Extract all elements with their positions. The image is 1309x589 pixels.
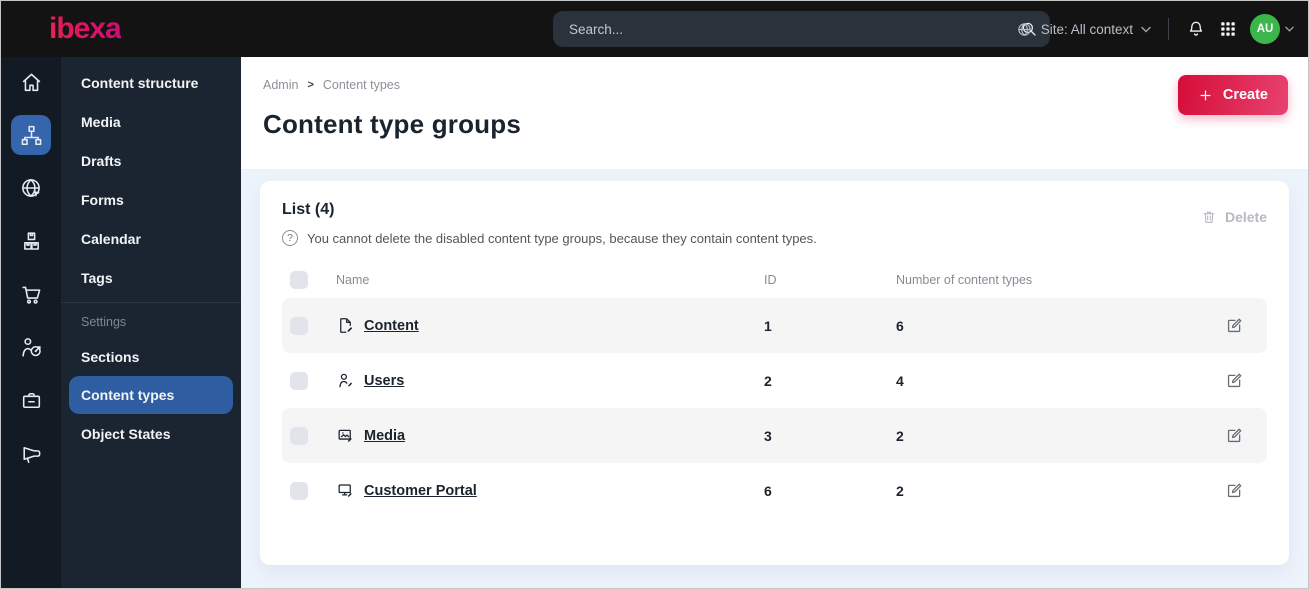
edit-button[interactable] xyxy=(1225,371,1259,390)
rail-home[interactable] xyxy=(11,62,51,102)
topbar: ibexa Site: All context xyxy=(1,1,1308,57)
row-checkbox[interactable] xyxy=(290,481,308,500)
site-context-label: Site: All context xyxy=(1040,21,1133,37)
row-checkbox[interactable] xyxy=(290,426,308,445)
globe-icon xyxy=(1016,21,1033,38)
table-row[interactable]: Customer Portal 6 2 xyxy=(282,463,1267,518)
home-icon xyxy=(19,70,44,95)
media-image-icon xyxy=(336,426,364,445)
topbar-actions: Site: All context AU xyxy=(1016,1,1294,57)
group-id: 2 xyxy=(764,372,772,389)
search-input[interactable] xyxy=(553,21,1020,37)
notifications-bell-icon[interactable] xyxy=(1186,19,1206,39)
user-menu[interactable]: AU xyxy=(1250,14,1294,44)
sidebar-item-media[interactable]: Media xyxy=(61,102,241,141)
group-name-link[interactable]: Users xyxy=(364,373,404,389)
main-area: Admin > Content types Content type group… xyxy=(241,57,1308,588)
sidebar-item-forms[interactable]: Forms xyxy=(61,180,241,219)
user-icon xyxy=(336,371,364,390)
group-count: 2 xyxy=(896,427,904,444)
main-header: Admin > Content types Content type group… xyxy=(241,57,1308,169)
site-context-selector[interactable]: Site: All context xyxy=(1016,21,1151,38)
group-count: 4 xyxy=(896,372,904,389)
column-name: Name xyxy=(336,273,370,287)
page-title: Content type groups xyxy=(263,109,522,139)
edit-button[interactable] xyxy=(1225,481,1259,500)
app-window: ibexa Site: All context xyxy=(0,0,1309,589)
group-id: 6 xyxy=(764,482,772,499)
group-name-link[interactable]: Customer Portal xyxy=(364,483,477,499)
sidebar-menu: Content structure Media Drafts Forms Cal… xyxy=(61,57,241,588)
rail-commerce[interactable] xyxy=(11,274,51,314)
global-search[interactable] xyxy=(553,11,1050,47)
group-id: 1 xyxy=(764,317,772,334)
customer-portal-monitor-icon xyxy=(336,481,364,500)
sidebar-item-sections[interactable]: Sections xyxy=(61,337,241,376)
breadcrumb: Admin > Content types xyxy=(263,78,1288,92)
table-row[interactable]: Media 3 2 xyxy=(282,408,1267,463)
main-content: List (4) You cannot delete the disabled … xyxy=(241,169,1308,588)
table-header: Name ID Number of content types xyxy=(282,262,1267,298)
sidebar-item-content-types[interactable]: Content types xyxy=(69,376,233,414)
delete-button-label: Delete xyxy=(1224,209,1267,225)
ibexa-logo[interactable]: ibexa xyxy=(1,12,122,46)
help-note: You cannot delete the disabled content t… xyxy=(282,230,817,246)
topbar-divider xyxy=(1168,18,1169,40)
help-note-text: You cannot delete the disabled content t… xyxy=(307,230,817,246)
row-checkbox[interactable] xyxy=(290,371,308,390)
select-all-checkbox[interactable] xyxy=(290,271,308,289)
group-id: 3 xyxy=(764,427,772,444)
create-button[interactable]: Create xyxy=(1177,75,1288,115)
delete-button[interactable]: Delete xyxy=(1201,209,1267,225)
content-type-groups-card: List (4) You cannot delete the disabled … xyxy=(260,181,1289,565)
megaphone-icon xyxy=(19,441,44,466)
group-name-link[interactable]: Content xyxy=(364,318,419,334)
rail-site[interactable] xyxy=(11,168,51,208)
boxes-icon xyxy=(19,229,44,254)
breadcrumb-content-types: Content types xyxy=(322,78,401,92)
sidebar-item-content-structure[interactable]: Content structure xyxy=(61,63,241,102)
badge-icon xyxy=(19,388,44,413)
table-row[interactable]: Users 2 4 xyxy=(282,353,1267,408)
globe-cursor-icon xyxy=(19,176,44,201)
shopping-cart-icon xyxy=(19,282,44,307)
group-name-link[interactable]: Media xyxy=(364,428,405,444)
create-button-label: Create xyxy=(1222,87,1268,103)
chevron-down-icon xyxy=(1141,26,1151,33)
table-row[interactable]: Content 1 6 xyxy=(282,298,1267,353)
rail-content-structure[interactable] xyxy=(11,115,51,155)
breadcrumb-admin[interactable]: Admin xyxy=(263,78,298,92)
edit-button[interactable] xyxy=(1225,426,1259,445)
column-id: ID xyxy=(764,273,777,287)
list-heading: List (4) xyxy=(282,201,335,218)
row-checkbox[interactable] xyxy=(290,316,308,335)
trash-icon xyxy=(1201,209,1217,225)
sidebar-item-object-states[interactable]: Object States xyxy=(61,414,241,453)
content-file-icon xyxy=(336,316,364,335)
menu-divider xyxy=(61,302,241,303)
rail-product-catalog[interactable] xyxy=(11,221,51,261)
column-count: Number of content types xyxy=(896,273,1033,287)
edit-button[interactable] xyxy=(1225,316,1259,335)
group-count: 6 xyxy=(896,317,904,334)
sidebar-item-calendar[interactable]: Calendar xyxy=(61,219,241,258)
group-count: 2 xyxy=(896,482,904,499)
settings-section-label: Settings xyxy=(81,315,127,329)
rail-campaign[interactable] xyxy=(11,433,51,473)
rail-admin[interactable] xyxy=(11,380,51,420)
app-grid-icon[interactable] xyxy=(1219,20,1237,38)
sidebar-item-tags[interactable]: Tags xyxy=(61,258,241,297)
help-icon xyxy=(282,230,298,246)
avatar[interactable]: AU xyxy=(1250,14,1280,44)
content-type-groups-table: Name ID Number of content types Content … xyxy=(282,262,1267,518)
chevron-down-icon xyxy=(1285,26,1294,32)
plus-icon xyxy=(1198,88,1213,103)
sidebar-item-drafts[interactable]: Drafts xyxy=(61,141,241,180)
rail-personalization[interactable] xyxy=(11,327,51,367)
person-target-icon xyxy=(19,335,44,360)
breadcrumb-separator: > xyxy=(307,79,314,91)
sitemap-icon xyxy=(19,123,44,148)
icon-rail xyxy=(1,57,61,588)
